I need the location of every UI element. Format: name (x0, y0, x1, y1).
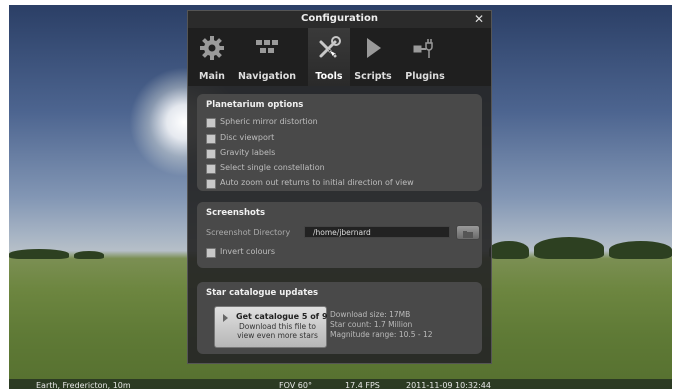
navigation-icon (256, 40, 278, 53)
checkbox[interactable] (206, 118, 216, 128)
checkbox[interactable] (206, 134, 216, 144)
tab-tools-label: Tools (315, 71, 343, 82)
star-count: Star count: 1.7 Million (330, 320, 413, 329)
get-catalogue-button[interactable]: Get catalogue 5 of 9 Download this file … (214, 306, 328, 348)
option-label: Spheric mirror distortion (220, 117, 318, 126)
get-catalogue-description: Download this file to view even more sta… (215, 322, 326, 340)
checkbox[interactable] (206, 179, 216, 189)
planetarium-options-panel: Planetarium options Spheric mirror disto… (197, 94, 482, 191)
option-label: Invert colours (220, 247, 275, 256)
tab-plugins-label: Plugins (405, 71, 445, 82)
tree-line (9, 249, 69, 259)
planetarium-options-title: Planetarium options (206, 100, 304, 110)
magnitude-range: Magnitude range: 10.5 - 12 (330, 330, 433, 339)
option-label: Disc viewport (220, 133, 275, 142)
tree-line (609, 241, 672, 259)
screenshots-panel: Screenshots Screenshot Directory Invert … (197, 202, 482, 268)
star-catalogue-title: Star catalogue updates (206, 288, 319, 298)
get-catalogue-label: Get catalogue 5 of 9 (236, 312, 328, 321)
tab-scripts[interactable]: Scripts (351, 28, 395, 86)
folder-icon (463, 231, 473, 238)
status-fov: FOV 60° (279, 381, 312, 389)
dialog-titlebar[interactable]: Configuration ✕ (188, 11, 491, 28)
screenshot-directory-label: Screenshot Directory (206, 228, 291, 237)
wrench-icon (319, 36, 341, 58)
status-datetime: 2011-11-09 10:32:44 (406, 381, 491, 389)
tab-navigation[interactable]: Navigation (232, 28, 302, 86)
description-line: view even more stars (237, 331, 318, 340)
status-fps: 17.4 FPS (345, 381, 380, 389)
configuration-dialog: Configuration ✕ Main Navigation Tools Sc… (187, 10, 492, 364)
status-bar: Earth, Fredericton, 10m FOV 60° 17.4 FPS… (9, 379, 672, 389)
gear-icon (200, 36, 224, 60)
checkbox[interactable] (206, 248, 216, 258)
tree-line (534, 237, 604, 259)
star-catalogue-panel: Star catalogue updates Get catalogue 5 o… (197, 282, 482, 354)
play-icon (367, 38, 381, 58)
download-size: Download size: 17MB (330, 310, 411, 319)
screenshot-directory-input[interactable] (304, 226, 450, 238)
option-label: Auto zoom out returns to initial directi… (220, 178, 414, 187)
tab-tools[interactable]: Tools (308, 28, 350, 86)
checkbox[interactable] (206, 149, 216, 159)
option-label: Select single constellation (220, 163, 325, 172)
tree-line (489, 241, 529, 259)
checkbox[interactable] (206, 164, 216, 174)
tab-scripts-label: Scripts (354, 71, 392, 82)
tab-main-label: Main (199, 71, 225, 82)
status-location: Earth, Fredericton, 10m (36, 381, 131, 389)
tree-line (74, 251, 104, 259)
description-line: Download this file to (238, 322, 317, 331)
tab-navigation-label: Navigation (237, 71, 297, 82)
close-icon[interactable]: ✕ (474, 12, 484, 26)
option-label: Gravity labels (220, 148, 276, 157)
tab-main[interactable]: Main (192, 28, 232, 86)
tab-bar: Main Navigation Tools Scripts Plugins (188, 28, 491, 86)
screenshots-title: Screenshots (206, 208, 266, 218)
plug-icon (413, 39, 433, 58)
tab-plugins[interactable]: Plugins (400, 28, 450, 86)
play-icon (223, 314, 228, 322)
browse-folder-button[interactable] (456, 225, 480, 240)
dialog-title: Configuration (301, 13, 378, 24)
